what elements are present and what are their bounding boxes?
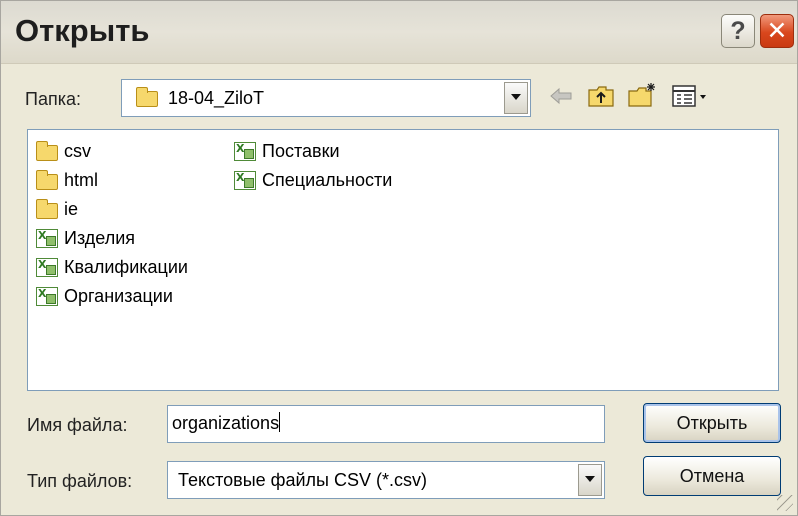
list-item-folder[interactable]: csv: [34, 138, 91, 164]
open-button[interactable]: Открыть: [643, 403, 781, 443]
list-item-folder[interactable]: ie: [34, 196, 78, 222]
list-item-label: csv: [64, 140, 91, 161]
excel-file-icon: [234, 142, 256, 161]
resize-grip-icon[interactable]: [777, 495, 793, 511]
filetype-label: Тип файлов:: [27, 471, 133, 491]
excel-file-icon: [36, 287, 58, 306]
filetype-value: Текстовые файлы CSV (*.csv): [178, 470, 427, 490]
list-item-label: Организации: [64, 285, 173, 306]
folder-label: Папка:: [25, 89, 81, 109]
list-item-label: Поставки: [262, 140, 340, 161]
list-item-file[interactable]: Специальности: [232, 167, 392, 193]
folder-dropdown-arrow-icon[interactable]: [504, 82, 528, 114]
list-item-label: Специальности: [262, 169, 393, 190]
help-button[interactable]: ?: [721, 14, 755, 48]
list-item-label: ie: [64, 198, 79, 219]
filetype-combobox[interactable]: Текстовые файлы CSV (*.csv): [167, 461, 605, 499]
list-item-file[interactable]: Квалификации: [34, 254, 188, 280]
view-menu-icon[interactable]: [671, 84, 711, 108]
list-item-label: Изделия: [64, 227, 136, 248]
back-arrow-icon[interactable]: [549, 86, 573, 106]
excel-file-icon: [36, 258, 58, 277]
list-item-file[interactable]: Изделия: [34, 225, 135, 251]
list-item-folder[interactable]: html: [34, 167, 98, 193]
list-item-file[interactable]: Поставки: [232, 138, 340, 164]
folder-icon: [36, 199, 58, 219]
folder-combobox[interactable]: 18-04_ZiloT: [121, 79, 531, 117]
folder-icon: [36, 170, 58, 190]
list-item-label: Квалификации: [64, 256, 188, 277]
text-caret: [279, 412, 281, 432]
current-folder-name: 18-04_ZiloT: [168, 88, 265, 108]
filename-value: organizations: [172, 413, 280, 433]
filename-input[interactable]: organizations: [167, 405, 605, 443]
list-item-file[interactable]: Организации: [34, 283, 173, 309]
new-folder-icon[interactable]: [627, 82, 657, 108]
close-button[interactable]: ✕: [760, 14, 794, 48]
title-bar[interactable]: Открыть ? ✕: [1, 1, 797, 64]
folder-icon: [136, 87, 158, 107]
filename-label: Имя файла:: [27, 415, 128, 435]
list-item-label: html: [64, 169, 99, 190]
file-list[interactable]: csv html ie Изделия Квалификации Организ…: [27, 129, 779, 391]
folder-icon: [36, 141, 58, 161]
cancel-button[interactable]: Отмена: [643, 456, 781, 496]
up-folder-icon[interactable]: [587, 84, 615, 108]
open-dialog: Открыть ? ✕ Папка: 18-04_ZiloT csv html …: [0, 0, 798, 516]
dialog-title: Открыть: [15, 13, 150, 48]
excel-file-icon: [36, 229, 58, 248]
filetype-dropdown-arrow-icon[interactable]: [578, 464, 602, 496]
excel-file-icon: [234, 171, 256, 190]
